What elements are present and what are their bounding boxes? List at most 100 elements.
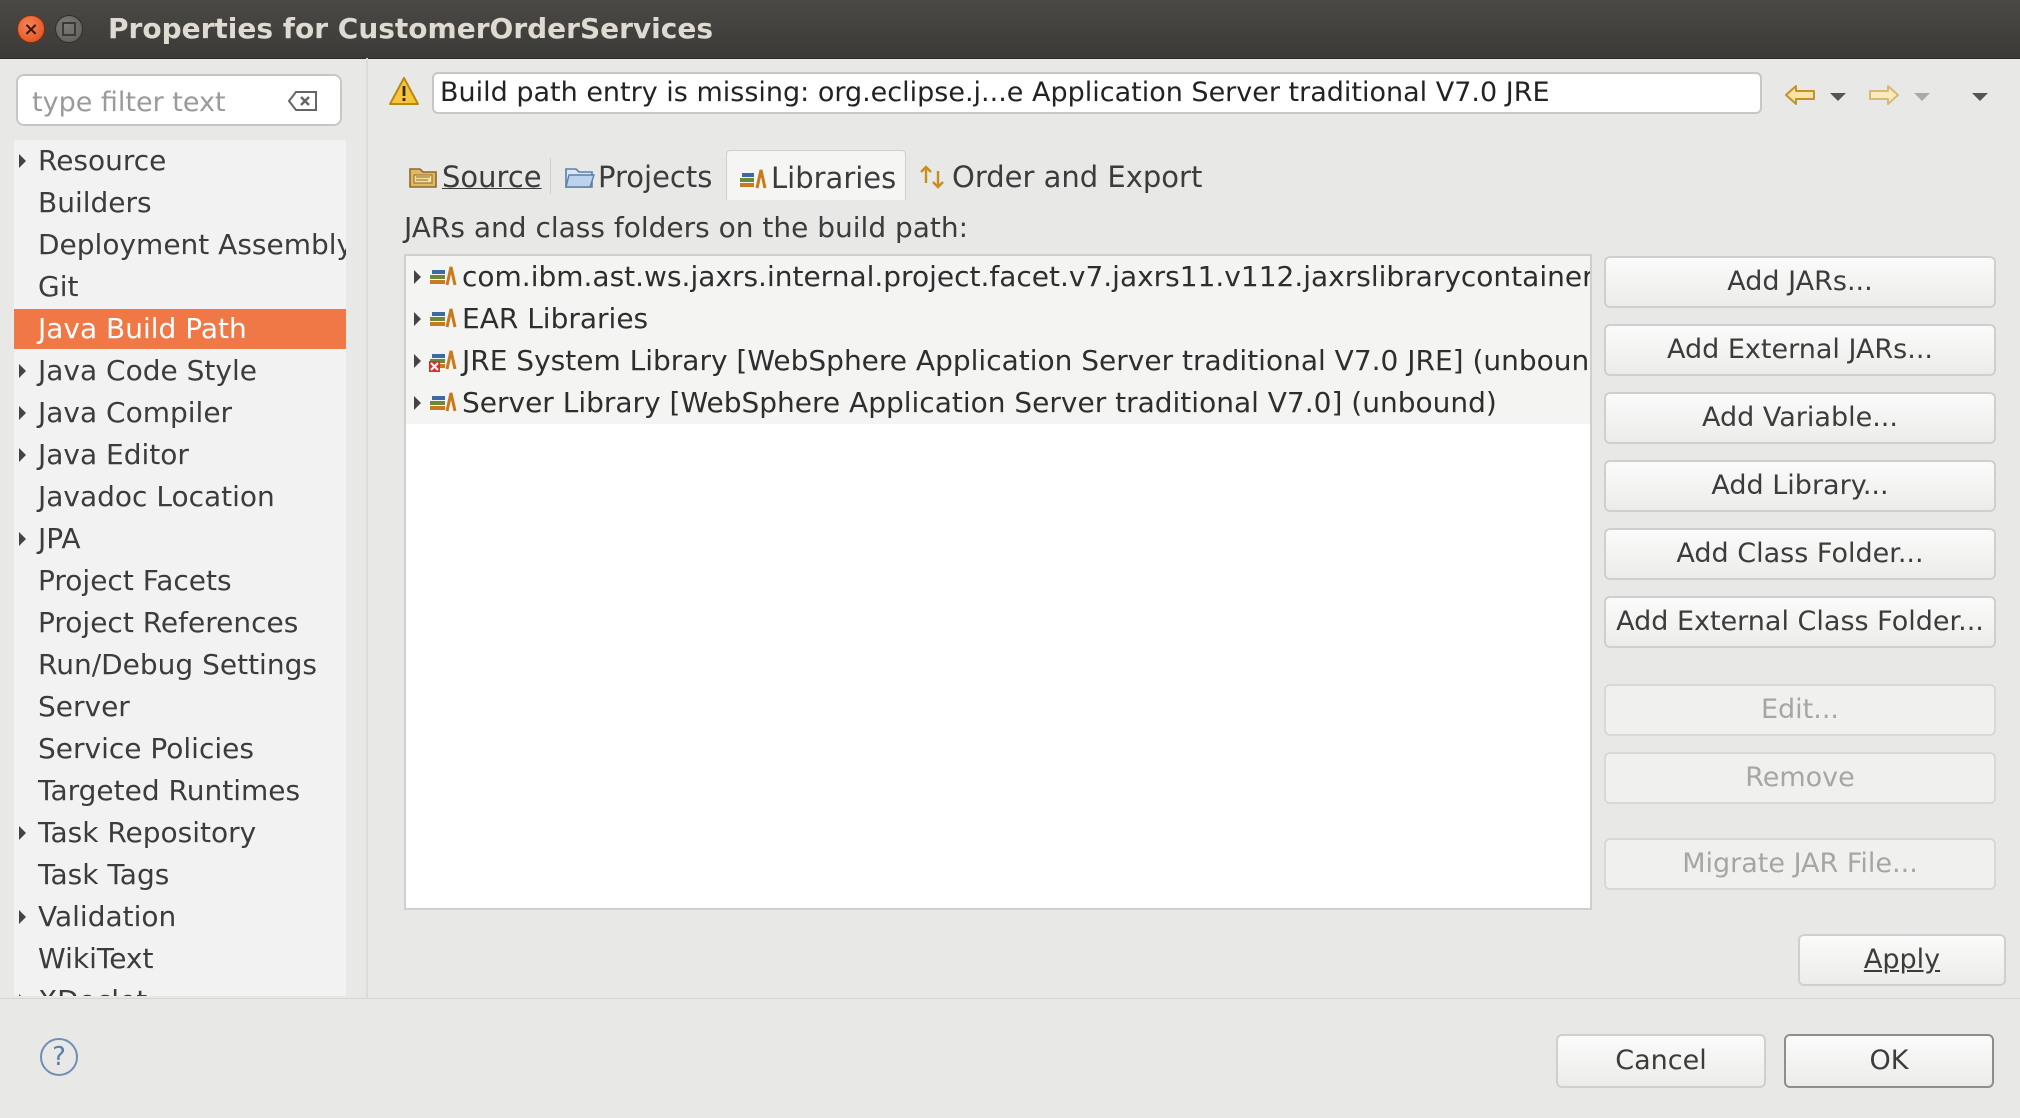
nav-item-label: Service Policies — [38, 732, 254, 765]
nav-item-label: Run/Debug Settings — [38, 648, 317, 681]
add-class-folder-button[interactable]: Add Class Folder... — [1604, 528, 1996, 580]
tab-separator — [550, 158, 551, 194]
warning-icon — [389, 77, 419, 105]
expand-arrow-icon[interactable] — [19, 448, 26, 462]
close-icon: × — [23, 18, 39, 40]
nav-item[interactable]: XDoclet — [14, 981, 346, 996]
nav-item[interactable]: Server — [14, 687, 346, 727]
help-icon[interactable]: ? — [40, 1038, 78, 1076]
nav-item-label: Validation — [38, 900, 177, 933]
nav-item-label: Deployment Assembly — [38, 228, 346, 261]
expand-arrow-icon[interactable] — [19, 910, 26, 924]
source-folder-icon — [409, 168, 437, 188]
footer-divider — [0, 998, 2020, 999]
expand-arrow-icon[interactable] — [414, 396, 421, 410]
nav-item-label: Javadoc Location — [38, 480, 275, 513]
tab-source[interactable]: Source — [408, 150, 542, 200]
filter-input[interactable] — [30, 84, 284, 120]
nav-item-label: Resource — [38, 144, 167, 177]
expand-arrow-icon[interactable] — [19, 994, 26, 996]
tab-source-label: Source — [442, 160, 542, 194]
nav-item[interactable]: Java Build Path — [14, 309, 346, 349]
nav-item-label: Project Facets — [38, 564, 232, 597]
nav-item-label: Server — [38, 690, 130, 723]
expand-arrow-icon[interactable] — [414, 312, 421, 326]
nav-item[interactable]: WikiText — [14, 939, 346, 979]
expand-arrow-icon[interactable] — [414, 354, 421, 368]
maximize-window-button[interactable] — [55, 15, 83, 43]
libraries-tree[interactable]: com.ibm.ast.ws.jaxrs.internal.project.fa… — [404, 254, 1592, 910]
library-icon — [430, 392, 457, 412]
migrate-jar-button[interactable]: Migrate JAR File... — [1604, 838, 1996, 890]
close-window-button[interactable]: × — [17, 15, 45, 43]
back-arrow-icon[interactable] — [1784, 84, 1816, 106]
expand-arrow-icon[interactable] — [19, 406, 26, 420]
nav-item[interactable]: Javadoc Location — [14, 477, 346, 517]
ok-button[interactable]: OK — [1784, 1034, 1994, 1088]
tab-projects-label: Projects — [598, 160, 713, 194]
expand-arrow-icon[interactable] — [414, 270, 421, 284]
nav-item[interactable]: Validation — [14, 897, 346, 937]
nav-item[interactable]: JPA — [14, 519, 346, 559]
tab-order-and-export[interactable]: Order and Export — [918, 150, 1202, 200]
add-library-button[interactable]: Add Library... — [1604, 460, 1996, 512]
clear-filter-icon[interactable] — [288, 90, 318, 112]
apply-button[interactable]: Apply — [1798, 934, 2006, 986]
tab-order-label: Order and Export — [952, 160, 1203, 194]
nav-item[interactable]: Project References — [14, 603, 346, 643]
nav-item[interactable]: Task Repository — [14, 813, 346, 853]
nav-item[interactable]: Targeted Runtimes — [14, 771, 346, 811]
nav-item[interactable]: Builders — [14, 183, 346, 223]
library-icon — [430, 308, 457, 328]
library-icon — [430, 266, 457, 286]
library-entry-label: com.ibm.ast.ws.jaxrs.internal.project.fa… — [462, 260, 1592, 293]
nav-item[interactable]: Resource — [14, 141, 346, 181]
view-menu-icon[interactable] — [1972, 93, 1988, 101]
tab-libraries-label: Libraries — [771, 161, 897, 195]
tab-projects[interactable]: Projects — [564, 150, 714, 200]
nav-item[interactable]: Deployment Assembly — [14, 225, 346, 265]
forward-menu-icon[interactable] — [1914, 93, 1930, 101]
remove-button[interactable]: Remove — [1604, 752, 1996, 804]
nav-item-label: Builders — [38, 186, 152, 219]
nav-item[interactable]: Java Compiler — [14, 393, 346, 433]
nav-item[interactable]: Task Tags — [14, 855, 346, 895]
back-menu-icon[interactable] — [1830, 93, 1846, 101]
add-variable-button[interactable]: Add Variable... — [1604, 392, 1996, 444]
expand-arrow-icon[interactable] — [19, 532, 26, 546]
expand-arrow-icon[interactable] — [19, 154, 26, 168]
edit-button[interactable]: Edit... — [1604, 684, 1996, 736]
nav-item-label: Task Tags — [38, 858, 170, 891]
nav-item[interactable]: Java Code Style — [14, 351, 346, 391]
order-export-icon — [920, 165, 944, 189]
expand-arrow-icon[interactable] — [19, 364, 26, 378]
library-entry[interactable]: JRE System Library [WebSphere Applicatio… — [406, 340, 1590, 382]
build-path-label: JARs and class folders on the build path… — [404, 211, 969, 244]
add-external-class-folder-button[interactable]: Add External Class Folder... — [1604, 596, 1996, 648]
libraries-icon — [740, 169, 767, 189]
nav-item-label: Java Compiler — [38, 396, 233, 429]
nav-item-label: Task Repository — [38, 816, 257, 849]
nav-item-label: Java Code Style — [38, 354, 257, 387]
nav-item[interactable]: Service Policies — [14, 729, 346, 769]
add-external-jars-button[interactable]: Add External JARs... — [1604, 324, 1996, 376]
nav-item[interactable]: Project Facets — [14, 561, 346, 601]
nav-item[interactable]: Java Editor — [14, 435, 346, 475]
library-error-icon — [429, 350, 457, 372]
tab-libraries[interactable]: Libraries — [726, 150, 906, 200]
maximize-icon — [62, 22, 76, 36]
nav-item-label: WikiText — [38, 942, 154, 975]
library-entry-label: JRE System Library [WebSphere Applicatio… — [462, 344, 1592, 377]
nav-item[interactable]: Run/Debug Settings — [14, 645, 346, 685]
splitter[interactable] — [366, 58, 368, 998]
add-jars-button[interactable]: Add JARs... — [1604, 256, 1996, 308]
expand-arrow-icon[interactable] — [19, 826, 26, 840]
library-entry[interactable]: Server Library [WebSphere Application Se… — [406, 382, 1590, 424]
forward-arrow-icon[interactable] — [1868, 84, 1900, 106]
library-entry[interactable]: EAR Libraries — [406, 298, 1590, 340]
library-entry[interactable]: com.ibm.ast.ws.jaxrs.internal.project.fa… — [406, 256, 1590, 298]
nav-item[interactable]: Git — [14, 267, 346, 307]
cancel-button[interactable]: Cancel — [1556, 1034, 1766, 1088]
nav-item-label: Project References — [38, 606, 299, 639]
projects-icon — [565, 168, 595, 188]
